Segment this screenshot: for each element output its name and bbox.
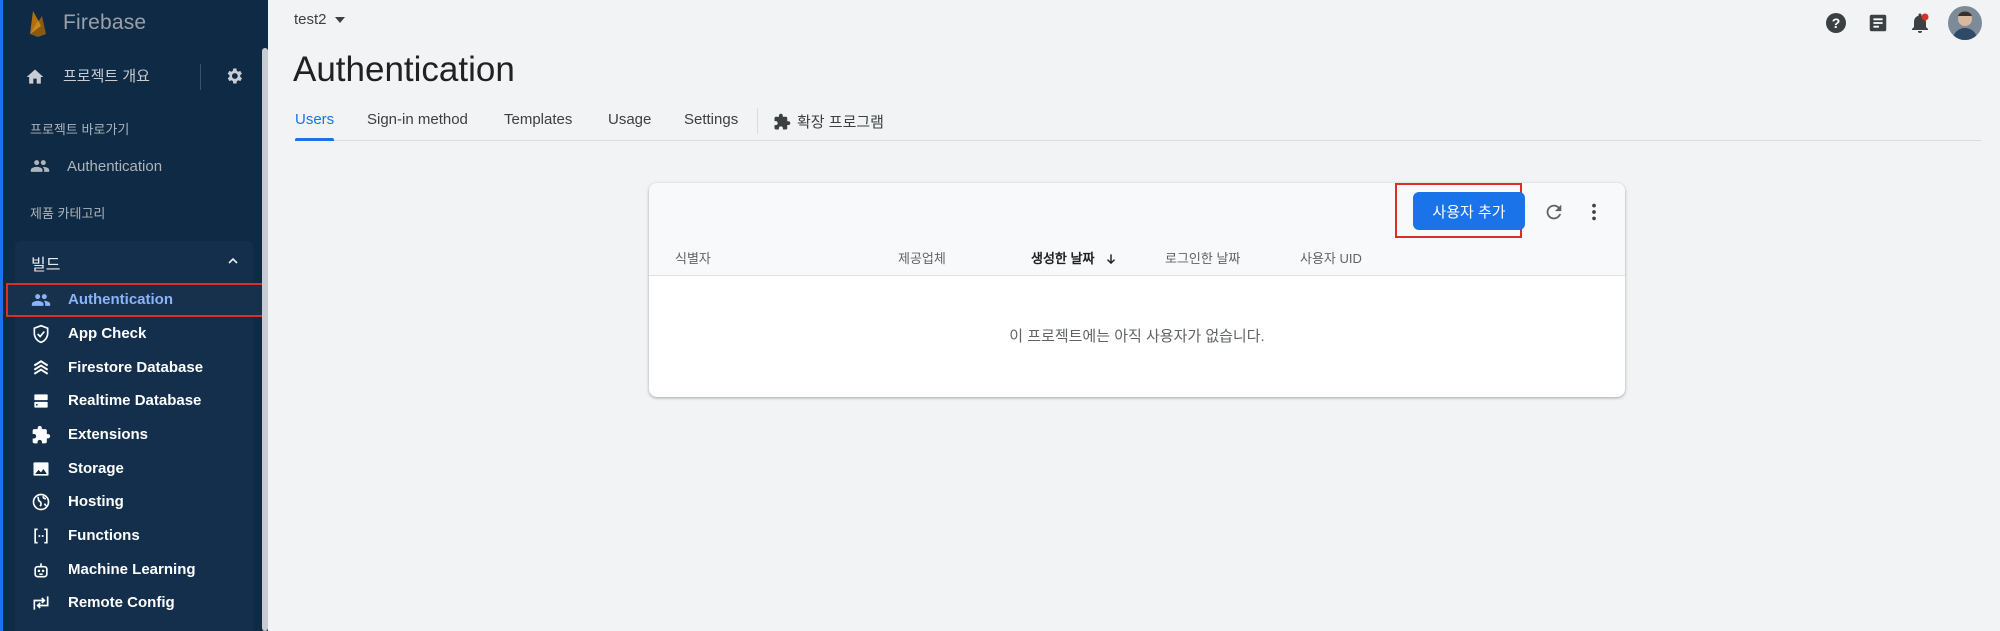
sidebar-item-machine-learning[interactable]: Machine Learning bbox=[6, 553, 268, 587]
top-icons: ? bbox=[1822, 6, 1982, 40]
firestore-icon bbox=[33, 360, 49, 375]
database-icon bbox=[34, 394, 48, 408]
remote-config-icon bbox=[33, 596, 49, 610]
chevron-up-icon bbox=[228, 257, 238, 264]
shortcuts-title: 프로젝트 바로가기 bbox=[30, 122, 130, 137]
avatar-image bbox=[1948, 6, 1982, 40]
sidebar-item-label: Storage bbox=[68, 460, 124, 477]
categories-title: 제품 카테고리 bbox=[30, 206, 106, 221]
sidebar-item-label: Extensions bbox=[68, 426, 149, 443]
tab-usage[interactable]: Usage bbox=[608, 111, 651, 141]
users-card: 사용자 추가 식별자 제공업체 생성한 날짜 로그인한 날짜 사용자 UID 이… bbox=[649, 183, 1625, 397]
notifications-icon bbox=[1912, 13, 1929, 33]
help-icon: ? bbox=[1826, 13, 1846, 33]
caret-down-icon bbox=[334, 17, 345, 23]
sidebar-item-label: Firestore Database bbox=[68, 359, 204, 376]
empty-state-message: 이 프로젝트에는 아직 사용자가 없습니다. bbox=[1009, 328, 1265, 345]
shortcut-authentication[interactable]: Authentication bbox=[29, 156, 162, 176]
globe-icon bbox=[32, 493, 50, 511]
project-name: test2 bbox=[294, 11, 327, 28]
feedback-button[interactable] bbox=[1864, 7, 1892, 39]
tab-templates[interactable]: Templates bbox=[504, 111, 572, 141]
sidebar-item-label: Hosting bbox=[68, 493, 124, 510]
sidebar-item-firestore-database[interactable]: Firestore Database bbox=[6, 351, 268, 385]
column-header-created-label: 생성한 날짜 bbox=[1031, 251, 1095, 266]
refresh-icon[interactable] bbox=[1543, 201, 1565, 223]
feedback-icon bbox=[1869, 14, 1887, 32]
sidebar-item-extensions[interactable]: Extensions bbox=[6, 418, 268, 452]
tab-extensions[interactable]: 확장 프로그램 bbox=[773, 111, 884, 132]
home-icon bbox=[26, 69, 44, 84]
sidebar-item-label: Functions bbox=[68, 527, 140, 544]
column-header-created[interactable]: 생성한 날짜 bbox=[1031, 248, 1118, 267]
sidebar-item-storage[interactable]: Storage bbox=[6, 452, 268, 486]
arrow-down-icon bbox=[1107, 254, 1116, 265]
more-vert-icon[interactable] bbox=[1583, 201, 1605, 223]
project-overview[interactable]: 프로젝트 개요 bbox=[3, 56, 253, 96]
sidebar-scrollbar[interactable] bbox=[262, 48, 268, 631]
sidebar-item-remote-config[interactable]: Remote Config bbox=[6, 586, 268, 620]
add-user-button[interactable]: 사용자 추가 bbox=[1413, 192, 1525, 230]
column-header-signed-in[interactable]: 로그인한 날짜 bbox=[1165, 248, 1240, 267]
people-icon bbox=[31, 294, 51, 306]
sidebar-item-hosting[interactable]: Hosting bbox=[6, 485, 268, 519]
tab-sign-in-method[interactable]: Sign-in method bbox=[367, 111, 468, 141]
sidebar: Firebase 프로젝트 개요 프로젝트 바로가기 Authenticatio… bbox=[0, 0, 268, 631]
column-header-identifier[interactable]: 식별자 bbox=[675, 248, 711, 267]
sidebar-item-label: App Check bbox=[68, 325, 147, 342]
extensions-icon bbox=[774, 113, 791, 129]
sidebar-item-label: Authentication bbox=[68, 291, 173, 308]
divider bbox=[649, 275, 1625, 276]
page-title: Authentication bbox=[293, 50, 515, 89]
sidebar-item-label: Realtime Database bbox=[68, 392, 202, 409]
sidebar-item-realtime-database[interactable]: Realtime Database bbox=[6, 384, 268, 418]
svg-text:?: ? bbox=[1832, 15, 1841, 31]
functions-icon bbox=[34, 528, 48, 544]
brand[interactable]: Firebase bbox=[27, 6, 146, 40]
help-button[interactable]: ? bbox=[1822, 7, 1850, 39]
tab-bar: Users Sign-in method Templates Usage Set… bbox=[295, 107, 1981, 141]
shield-check-icon bbox=[33, 324, 49, 344]
scrollbar-thumb[interactable] bbox=[262, 48, 268, 631]
image-icon bbox=[33, 462, 49, 476]
sidebar-item-app-check[interactable]: App Check bbox=[6, 317, 268, 351]
people-icon bbox=[30, 160, 50, 172]
project-overview-label: 프로젝트 개요 bbox=[63, 68, 150, 85]
notifications-button[interactable] bbox=[1906, 7, 1934, 39]
tab-extensions-label: 확장 프로그램 bbox=[797, 114, 884, 131]
sidebar-item-authentication[interactable]: Authentication bbox=[6, 283, 268, 317]
brand-name: Firebase bbox=[63, 11, 147, 34]
shortcut-authentication-label: Authentication bbox=[67, 157, 163, 175]
avatar[interactable] bbox=[1948, 6, 1982, 40]
column-header-user-uid[interactable]: 사용자 UID bbox=[1300, 248, 1362, 267]
divider bbox=[200, 64, 201, 90]
build-label: 빌드 bbox=[31, 257, 61, 274]
gear-icon[interactable] bbox=[224, 66, 244, 86]
project-switcher[interactable]: test2 bbox=[294, 11, 345, 28]
sidebar-item-functions[interactable]: Functions bbox=[6, 519, 268, 553]
tab-divider bbox=[757, 108, 758, 134]
firebase-logo-icon bbox=[30, 11, 46, 37]
column-header-provider[interactable]: 제공업체 bbox=[898, 248, 946, 267]
build-section-toggle[interactable]: 빌드 bbox=[15, 241, 253, 281]
sidebar-item-label: Machine Learning bbox=[68, 561, 196, 578]
sidebar-item-label: Remote Config bbox=[68, 594, 175, 611]
robot-icon bbox=[34, 563, 48, 578]
tab-settings[interactable]: Settings bbox=[684, 111, 738, 141]
extensions-icon bbox=[32, 425, 51, 444]
tab-users[interactable]: Users bbox=[295, 111, 335, 141]
